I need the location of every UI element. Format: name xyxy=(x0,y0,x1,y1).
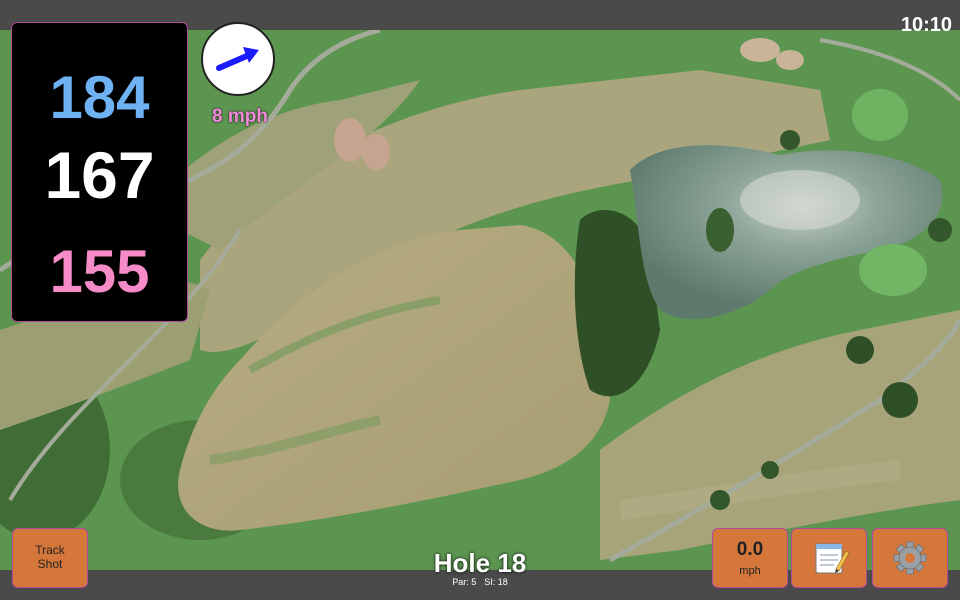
speed-value: 0.0 xyxy=(736,539,764,560)
distance-middle: 167 xyxy=(44,138,155,212)
clock: 10:10 xyxy=(900,14,952,36)
wind-indicator[interactable] xyxy=(201,22,275,96)
speed-button[interactable]: 0.0 mph xyxy=(712,528,788,588)
distance-back: 184 xyxy=(49,64,150,131)
hole-stroke-index: SI: 18 xyxy=(484,577,508,587)
speed-unit: mph xyxy=(739,565,761,577)
wind-arrow-icon xyxy=(216,47,259,71)
notepad-icon xyxy=(792,529,866,587)
distance-panel: 184 167 155 xyxy=(11,22,188,322)
distance-front: 155 xyxy=(49,238,150,305)
hole-title: Hole 18 xyxy=(433,548,527,578)
notes-button[interactable] xyxy=(791,528,867,588)
track-shot-button[interactable]: Track Shot xyxy=(12,528,88,588)
settings-button[interactable] xyxy=(872,528,948,588)
hole-info: Par: 5 SI: 18 xyxy=(380,577,580,587)
wind-speed: 8 mph xyxy=(212,106,268,127)
hole-par: Par: 5 xyxy=(452,577,477,587)
gear-icon xyxy=(873,529,947,587)
track-shot-label: Track Shot xyxy=(35,543,65,571)
